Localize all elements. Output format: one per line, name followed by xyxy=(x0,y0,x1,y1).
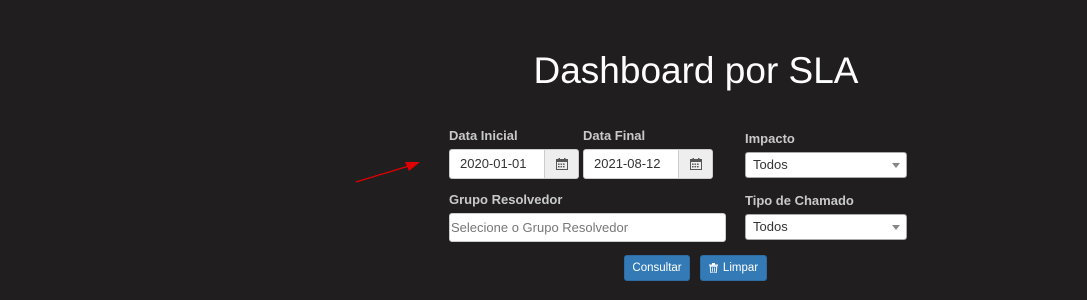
trash-icon xyxy=(708,263,718,273)
page-title: Dashboard por SLA xyxy=(533,50,859,91)
data-inicial-calendar-button[interactable] xyxy=(544,149,579,179)
data-final-label: Data Final xyxy=(583,128,646,143)
grupo-resolvedor-label: Grupo Resolvedor xyxy=(449,192,563,207)
limpar-button-label: Limpar xyxy=(722,262,759,274)
data-final-calendar-button[interactable] xyxy=(678,149,713,179)
tipo-chamado-selected-value: Todos xyxy=(753,219,788,234)
data-inicial-input[interactable]: 2020-01-01 xyxy=(449,149,544,179)
chevron-down-icon xyxy=(892,163,900,168)
data-inicial-group: 2020-01-01 xyxy=(449,149,579,179)
grupo-resolvedor-input[interactable]: Selecione o Grupo Resolvedor xyxy=(449,213,726,242)
calendar-icon xyxy=(555,158,568,170)
calendar-icon xyxy=(689,158,702,170)
annotation-arrow-icon xyxy=(355,162,420,183)
chevron-down-icon xyxy=(892,225,900,230)
limpar-button[interactable]: Limpar xyxy=(700,255,767,281)
impacto-label: Impacto xyxy=(745,131,795,146)
tipo-chamado-select[interactable]: Todos xyxy=(745,214,907,240)
data-final-input[interactable]: 2021-08-12 xyxy=(583,149,678,179)
impacto-selected-value: Todos xyxy=(753,157,788,172)
data-inicial-label: Data Inicial xyxy=(449,128,518,143)
tipo-chamado-label: Tipo de Chamado xyxy=(745,193,854,208)
consultar-button[interactable]: Consultar xyxy=(624,255,690,281)
impacto-select[interactable]: Todos xyxy=(745,152,907,178)
consultar-button-label: Consultar xyxy=(632,262,682,274)
data-final-group: 2021-08-12 xyxy=(583,149,713,179)
